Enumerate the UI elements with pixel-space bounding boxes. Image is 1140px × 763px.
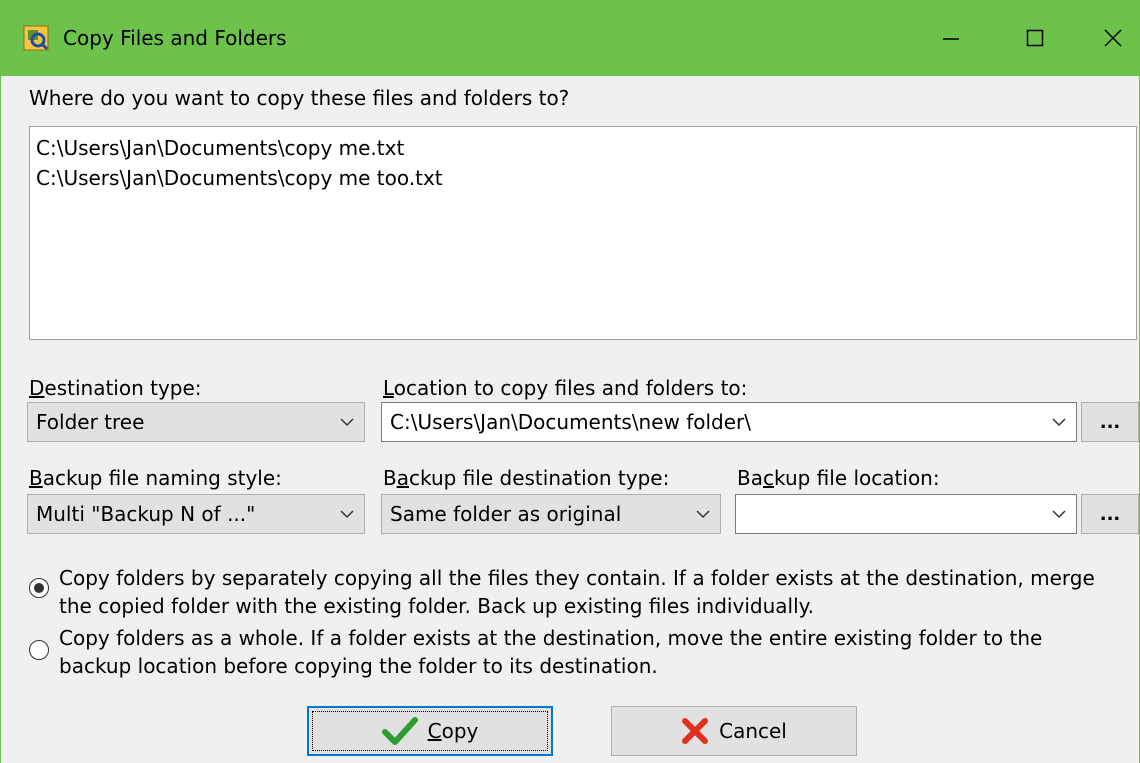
cancel-button[interactable]: Cancel	[611, 706, 857, 756]
destination-type-select[interactable]: Folder tree	[27, 402, 365, 442]
location-input[interactable]: C:\Users\Jan\Documents\new folder\	[390, 410, 751, 434]
radio-option-line: Copy folders by separately copying all t…	[59, 566, 1095, 590]
backup-naming-select[interactable]: Multi "Backup N of ..."	[27, 494, 365, 534]
backup-naming-label: Backup file naming style:	[29, 466, 282, 490]
backup-naming-value: Multi "Backup N of ..."	[36, 502, 256, 526]
radio-option-line: Copy folders as a whole. If a folder exi…	[59, 626, 1043, 650]
title-bar[interactable]: Copy Files and Folders	[1, 0, 1140, 76]
copy-button[interactable]: Copy	[307, 706, 553, 756]
file-list-item[interactable]: C:\Users\Jan\Documents\copy me too.txt	[36, 163, 1136, 193]
app-icon	[23, 25, 49, 51]
destination-type-label: Destination type:	[29, 376, 202, 400]
close-icon	[1104, 29, 1122, 47]
cancel-button-label: Cancel	[719, 719, 787, 743]
location-label: Location to copy files and folders to:	[383, 376, 748, 400]
file-list-item[interactable]: C:\Users\Jan\Documents\copy me.txt	[36, 133, 1136, 163]
focus-rectangle	[312, 711, 548, 751]
destination-type-value: Folder tree	[36, 410, 145, 434]
radio-copy-folder-whole[interactable]	[29, 640, 49, 660]
radio-copy-files-separately-label[interactable]: Copy folders by separately copying all t…	[59, 564, 1095, 620]
chevron-down-icon	[696, 510, 710, 519]
prompt-text: Where do you want to copy these files an…	[29, 86, 570, 110]
minimize-icon	[943, 38, 959, 40]
location-combo[interactable]: C:\Users\Jan\Documents\new folder\	[381, 402, 1077, 442]
chevron-down-icon[interactable]	[1050, 413, 1068, 431]
backup-location-combo[interactable]	[735, 494, 1077, 534]
dialog-window: Copy Files and Folders Where do you want…	[0, 0, 1140, 763]
cancel-x-icon	[682, 718, 709, 744]
maximize-icon	[1026, 29, 1044, 47]
minimize-button[interactable]	[909, 0, 993, 76]
browse-backup-location-button[interactable]: ...	[1081, 494, 1139, 534]
radio-copy-files-separately[interactable]	[29, 578, 49, 598]
backup-destination-type-value: Same folder as original	[390, 502, 622, 526]
chevron-down-icon	[340, 418, 354, 427]
maximize-button[interactable]	[993, 0, 1077, 76]
backup-destination-type-select[interactable]: Same folder as original	[381, 494, 721, 534]
radio-option-line: the copied folder with the existing fold…	[59, 594, 814, 618]
browse-location-button[interactable]: ...	[1081, 402, 1139, 442]
backup-destination-type-label: Backup file destination type:	[383, 466, 670, 490]
file-list[interactable]: C:\Users\Jan\Documents\copy me.txt C:\Us…	[29, 126, 1137, 340]
chevron-down-icon	[340, 510, 354, 519]
close-button[interactable]	[1071, 0, 1140, 76]
radio-copy-folder-whole-label[interactable]: Copy folders as a whole. If a folder exi…	[59, 624, 1042, 680]
radio-selected-dot	[34, 583, 44, 593]
window-title: Copy Files and Folders	[63, 26, 287, 50]
chevron-down-icon[interactable]	[1050, 505, 1068, 523]
radio-option-line: backup location before copying the folde…	[59, 654, 658, 678]
backup-location-label: Backup file location:	[737, 466, 940, 490]
